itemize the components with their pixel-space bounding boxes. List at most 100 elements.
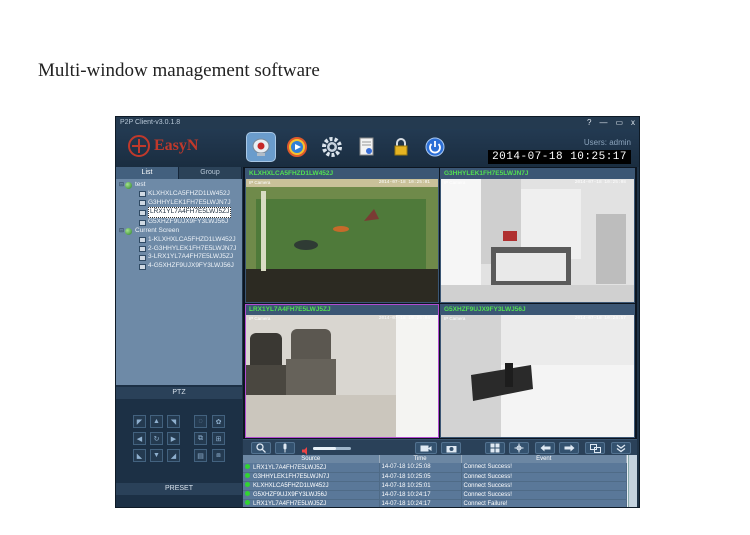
tab-list[interactable]: List [116,167,179,179]
settings-button[interactable] [317,132,347,162]
tree-camera-item[interactable]: 2-G3HHYLEK1FH7E5LWJN7J [119,245,242,254]
tree-camera-item[interactable]: G5XHZF9UJX9FY3LWJ56J [119,218,242,227]
multi-screen-button[interactable] [585,442,605,454]
log-cell-event: Connect Success! [461,472,627,482]
iris-open-button[interactable]: ▤ [194,449,207,462]
live-view-button[interactable] [246,132,276,162]
viewport-4[interactable]: G5XHZF9UJX9FY3LWJ56J IP Camera 2014-07-1… [440,304,635,438]
log-cell-event: Connect Success! [461,490,627,500]
panel-tabs: List Group [116,167,242,179]
log-cell-time: 14-07-18 10:25:08 [379,463,462,473]
ptz-down-right-button[interactable]: ◢ [167,449,180,462]
previous-page-button[interactable] [535,442,555,454]
fullscreen-button[interactable] [509,442,529,454]
tree-camera-item[interactable]: G3HHYLEK1FH7E5LWJN7J [119,199,242,208]
playback-button[interactable] [282,132,312,162]
focus-near-button[interactable]: ⧉ [194,432,207,445]
tree-camera-item[interactable]: KLXHXLCA5FHZD1LW452J [119,190,242,199]
expand-button[interactable] [611,442,631,454]
tree-camera-item[interactable]: LRX1YL7A4FH7E5LWJ5ZJ [119,207,242,219]
viewport-2[interactable]: G3HHYLEK1FH7E5LWJN7J IP Camera 2014-07-1… [440,168,635,303]
minimize-button[interactable]: — [599,117,607,129]
ptz-header[interactable]: PTZ [116,387,242,399]
ptz-left-button[interactable]: ◀ [133,432,146,445]
iris-close-button[interactable]: ⧈ [212,449,225,462]
ptz-up-right-button[interactable]: ◥ [167,415,180,428]
focus-far-button[interactable]: ⊞ [212,432,225,445]
status-dot-icon [245,463,250,469]
volume-level [313,447,336,450]
ptz-center-button[interactable]: ↻ [150,432,163,445]
video-grid: KLXHXLCA5FHZD1LW452J IP Camera 2014-07-1… [243,167,637,439]
log-scrollbar[interactable] [628,455,637,507]
zoom-out-button[interactable]: ✿ [212,415,225,428]
logo-globe-icon [128,135,150,157]
ptz-up-button[interactable]: ▲ [150,415,163,428]
tree-item-label: KLXHXLCA5FHZD1LW452J [148,189,230,197]
camera-icon [139,254,146,261]
log-cell-text: 14-07-18 10:24:17 [381,491,431,498]
ptz-right-button[interactable]: ▶ [167,432,180,445]
tree-group[interactable]: ⊟ test [119,181,242,190]
tree-item-label: test [135,181,146,188]
tree-camera-item[interactable]: 1-KLXHXLCA5FHZD1LW452J [119,236,242,245]
overlay-timestamp: 2014-07-18 10:25:01 [378,180,430,185]
log-row[interactable]: G5XHZF9UJX9FY3LWJ56J 14-07-18 10:24:17 Con… [243,490,627,500]
speaker-icon [301,443,311,455]
log-cell-text: Connect Success! [463,473,512,480]
search-button[interactable] [251,442,271,454]
windows-icon [589,443,601,453]
snapshot-button[interactable] [441,442,461,454]
log-cell-text: LRX1YL7A4FH7E5LWJ5ZJ [253,501,327,507]
log-row[interactable]: G3HHYLEK1FH7E5LWJN7J 14-07-18 10:25:05 Con… [243,472,627,482]
viewport-1[interactable]: KLXHXLCA5FHZD1LW452J IP Camera 2014-07-1… [245,168,439,303]
volume-slider[interactable] [313,447,351,450]
column-header-event[interactable]: Event [461,455,627,463]
ptz-controls: ◤ ▲ ◥ ◀ ↻ ▶ ◣ ▼ ◢ ◌ ✿ ⧉ ⊞ ▤ ⧈ [116,399,242,483]
help-button[interactable]: ? [587,117,591,129]
tree-camera-item[interactable]: 3-LRX1YL7A4FH7E5LWJ5ZJ [119,253,242,262]
camera-icon [139,191,146,198]
tab-group[interactable]: Group [179,167,242,179]
log-row[interactable]: LRX1YL7A4FH7E5LWJ5ZJ 14-07-18 10:24:17 Con… [243,499,627,507]
current-user: Users: admin [583,138,631,147]
gear-icon [322,137,342,157]
zoom-in-button[interactable]: ◌ [194,415,207,428]
viewport-3[interactable]: LRX1YL7A4FH7E5LWJ5ZJ IP Camera 2014-07-1… [245,304,439,438]
log-cell-text: 14-07-18 10:24:17 [381,500,431,507]
record-button[interactable] [415,442,437,454]
main-toolbar: EasyN Users: admin 2014-07-18 10:25:17 [116,129,639,167]
log-cell-text: KLXHXLCA5FHZD1LW452J [253,483,329,489]
close-button[interactable]: x [631,117,635,129]
preset-header[interactable]: PRESET [116,483,242,495]
next-page-button[interactable] [559,442,579,454]
ptz-down-left-button[interactable]: ◣ [133,449,146,462]
grid-icon [490,443,500,453]
lobby-video-frame [441,169,634,302]
lock-icon [394,138,408,156]
microphone-button[interactable] [275,442,295,454]
log-row[interactable]: KLXHXLCA5FHZD1LW452J 14-07-18 10:25:01 Con… [243,481,627,491]
video-control-bar [243,439,637,455]
globe-icon [125,181,132,189]
log-cell-text: Connect Failure! [463,500,508,507]
log-button[interactable] [352,132,382,162]
tree-item-label: 4-G5XHZF9UJX9FY3LWJ56J [148,262,234,270]
maximize-button[interactable]: ▭ [615,117,623,129]
camera-overlay-label: IP Camera [444,180,466,185]
column-header-source[interactable]: Source [243,455,380,463]
column-header-time[interactable]: Time [379,455,462,463]
aquarium-video-frame [246,169,438,302]
ptz-down-button[interactable]: ▼ [150,449,163,462]
camera-icon [139,209,146,216]
lock-button[interactable] [386,132,416,162]
tree-camera-item[interactable]: 4-G5XHZF9UJX9FY3LWJ56J [119,262,242,271]
log-cell-text: G5XHZF9UJX9FY3LWJ56J [253,492,327,498]
log-row[interactable]: LRX1YL7A4FH7E5LWJ5ZJ 14-07-18 10:25:08 Con… [243,463,627,473]
event-log-table: Source Time Event LRX1YL7A4FH7E5LWJ5ZJ 14… [243,455,627,507]
ptz-up-left-button[interactable]: ◤ [133,415,146,428]
layout-grid-button[interactable] [485,442,505,454]
tree-group[interactable]: ⊟ Current Screen [119,227,242,236]
power-button[interactable] [420,132,450,162]
camera-overlay-label: IP Camera [249,316,271,321]
